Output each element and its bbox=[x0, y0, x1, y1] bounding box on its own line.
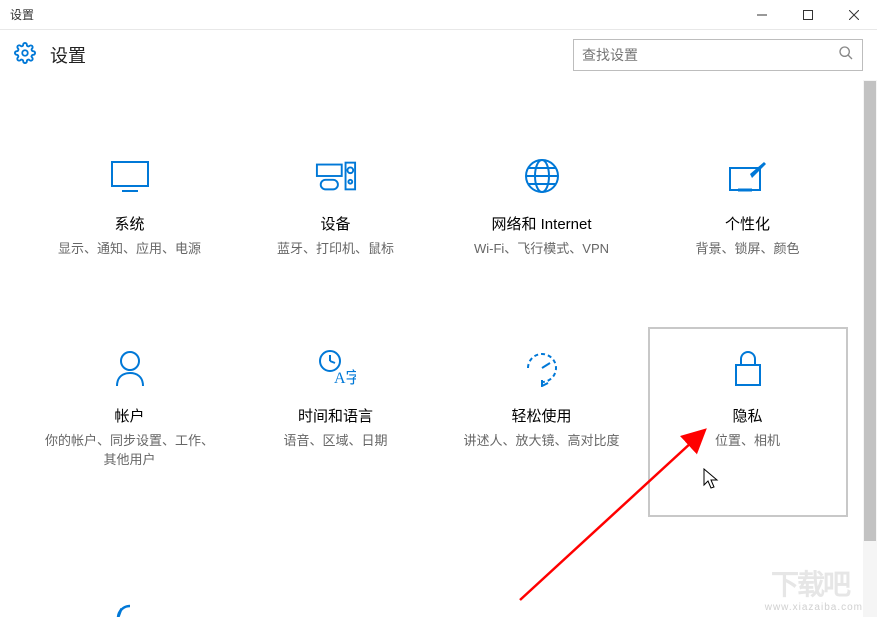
tile-ease-of-access[interactable]: 轻松使用 讲述人、放大镜、高对比度 bbox=[442, 327, 642, 517]
tile-desc: 蓝牙、打印机、鼠标 bbox=[277, 240, 394, 259]
header: 设置 bbox=[0, 30, 877, 80]
time-language-icon: A字 bbox=[315, 347, 357, 389]
tile-title: 网络和 Internet bbox=[491, 213, 591, 234]
tile-title: 设备 bbox=[320, 213, 350, 234]
tile-devices[interactable]: 设备 蓝牙、打印机、鼠标 bbox=[236, 135, 436, 267]
tile-privacy[interactable]: 隐私 位置、相机 bbox=[648, 327, 848, 517]
settings-grid: 系统 显示、通知、应用、电源 设备 蓝牙、打印机、鼠标 bbox=[0, 80, 877, 617]
maximize-button[interactable] bbox=[785, 0, 831, 29]
search-icon bbox=[838, 45, 854, 66]
tile-accounts[interactable]: 帐户 你的帐户、同步设置、工作、其他用户 bbox=[30, 327, 230, 517]
globe-icon bbox=[521, 155, 563, 197]
tile-title: 系统 bbox=[114, 213, 144, 234]
tile-title: 隐私 bbox=[732, 405, 762, 426]
search-input[interactable] bbox=[582, 47, 838, 63]
window-controls bbox=[739, 0, 877, 29]
watermark-logo: 下载吧 bbox=[771, 563, 849, 603]
lock-icon bbox=[727, 347, 769, 389]
personalization-icon bbox=[727, 155, 769, 197]
tile-time-language[interactable]: A字 时间和语言 语音、区域、日期 bbox=[236, 327, 436, 517]
tile-title: 轻松使用 bbox=[511, 405, 571, 426]
scrollbar[interactable] bbox=[863, 80, 877, 617]
ease-of-access-icon bbox=[521, 347, 563, 389]
scrollbar-thumb[interactable] bbox=[864, 81, 876, 541]
tile-desc: 显示、通知、应用、电源 bbox=[58, 240, 201, 259]
search-box[interactable] bbox=[573, 39, 863, 71]
svg-text:A字: A字 bbox=[334, 369, 356, 387]
system-icon bbox=[109, 155, 151, 197]
minimize-button[interactable] bbox=[739, 0, 785, 29]
tile-desc: 你的帐户、同步设置、工作、其他用户 bbox=[45, 432, 215, 470]
tile-title: 时间和语言 bbox=[298, 405, 373, 426]
tile-desc: Wi-Fi、飞行模式、VPN bbox=[474, 240, 609, 259]
accounts-icon bbox=[109, 347, 151, 389]
tile-desc: 位置、相机 bbox=[715, 432, 780, 451]
window-title: 设置 bbox=[0, 6, 739, 23]
close-button[interactable] bbox=[831, 0, 877, 29]
tile-personalization[interactable]: 个性化 背景、锁屏、颜色 bbox=[648, 135, 848, 267]
tile-network[interactable]: 网络和 Internet Wi-Fi、飞行模式、VPN bbox=[442, 135, 642, 267]
gear-icon bbox=[14, 42, 36, 69]
content-area: 系统 显示、通知、应用、电源 设备 蓝牙、打印机、鼠标 bbox=[0, 80, 877, 617]
page-title: 设置 bbox=[50, 42, 573, 68]
tile-title: 帐户 bbox=[114, 405, 144, 426]
tile-update-security[interactable]: 更新和安全 bbox=[30, 577, 230, 617]
tile-system[interactable]: 系统 显示、通知、应用、电源 bbox=[30, 135, 230, 267]
watermark-text: www.xiazaiba.com bbox=[765, 602, 863, 613]
devices-icon bbox=[315, 155, 357, 197]
window-titlebar: 设置 bbox=[0, 0, 877, 30]
tile-desc: 背景、锁屏、颜色 bbox=[695, 240, 799, 259]
tile-desc: 讲述人、放大镜、高对比度 bbox=[463, 432, 619, 451]
update-icon bbox=[109, 597, 151, 617]
tile-title: 个性化 bbox=[725, 213, 770, 234]
tile-desc: 语音、区域、日期 bbox=[283, 432, 387, 451]
